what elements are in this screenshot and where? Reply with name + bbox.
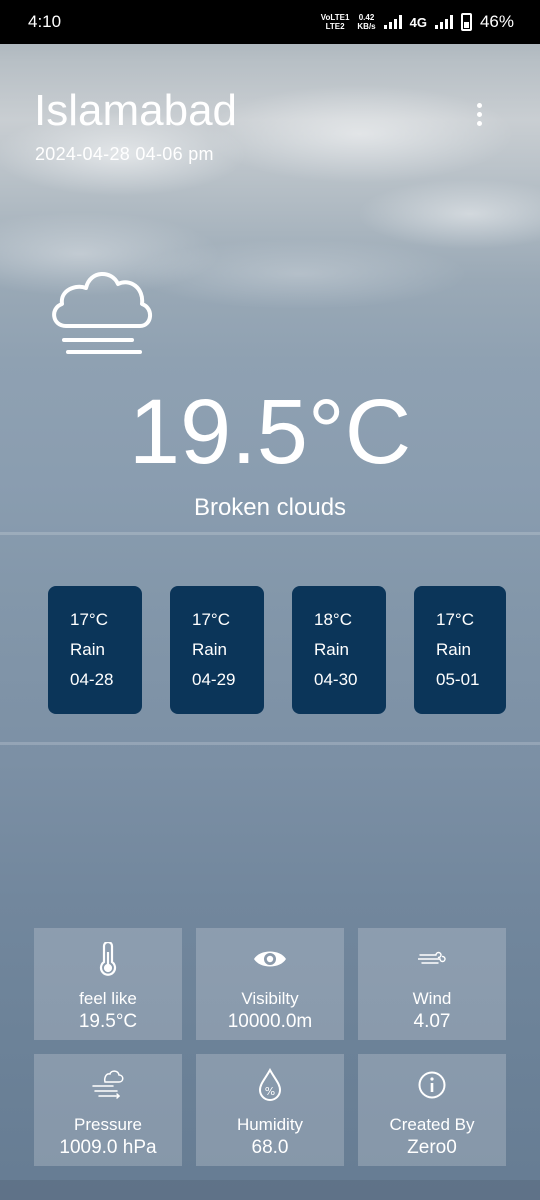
volte-indicator: VoLTE1 LTE2 (321, 13, 350, 31)
divider-top (0, 532, 540, 535)
speed-value: 0.42 (358, 13, 375, 22)
tile-value: Zero0 (407, 1137, 457, 1158)
svg-text:%: % (265, 1085, 275, 1098)
forecast-list: 17°C Rain 04-28 17°C Rain 04-29 18°C Rai… (48, 586, 506, 714)
tile-label: Visibilty (241, 989, 299, 1008)
status-time: 4:10 (28, 12, 62, 31)
info-icon (418, 1071, 446, 1099)
humidity-icon: % (258, 1068, 282, 1101)
tile-label: Created By (389, 1115, 475, 1134)
wind-icon (418, 951, 446, 964)
forecast-temp: 17°C (70, 610, 108, 629)
tile-label: feel like (79, 989, 137, 1008)
volte-label: VoLTE1 (320, 13, 350, 22)
current-temperature: 19.5°C (128, 381, 412, 483)
visibility-tile: Visibilty 10000.0m (196, 928, 344, 1040)
tile-label: Pressure (73, 1115, 143, 1134)
tile-value: 68.0 (251, 1137, 289, 1158)
forecast-date: 04-29 (192, 670, 236, 689)
forecast-card[interactable]: 17°C Rain 04-28 (48, 586, 142, 714)
forecast-condition: Rain (192, 640, 227, 659)
city-name: Islamabad (34, 86, 238, 135)
forecast-condition: Rain (436, 640, 471, 659)
forecast-temp: 17°C (436, 610, 474, 629)
forecast-temp: 17°C (192, 610, 230, 629)
wind-tile: Wind 4.07 (358, 928, 506, 1040)
tile-label: Wind (412, 989, 452, 1008)
pressure-tile: Pressure 1009.0 hPa (34, 1054, 182, 1166)
date-time: 2024-04-28 04-06 pm (35, 144, 214, 164)
lte2-label: LTE2 (325, 22, 345, 31)
forecast-date: 05-01 (436, 670, 480, 689)
divider-bottom (0, 742, 540, 745)
forecast-condition: Rain (314, 640, 349, 659)
tile-label: Humidity (236, 1115, 304, 1134)
network-type: 4G (409, 14, 427, 30)
forecast-card[interactable]: 17°C Rain 04-29 (170, 586, 264, 714)
cloud-fog-icon (52, 272, 152, 354)
network-speed: 0.42 KB/s (357, 13, 375, 31)
created-by-tile: Created By Zero0 (358, 1054, 506, 1166)
signal-1-icon (383, 15, 402, 29)
tile-value: 10000.0m (227, 1011, 313, 1032)
details-grid: feel like 19.5°C Visibilty 10000.0m Wind… (34, 928, 506, 1166)
weather-description: Broken clouds (193, 494, 347, 521)
navigation-bar (0, 1180, 540, 1200)
tile-value: 4.07 (413, 1011, 451, 1032)
status-bar: 4:10 VoLTE1 LTE2 0.42 KB/s 4G 46% (0, 0, 540, 44)
thermometer-icon (99, 942, 117, 976)
forecast-condition: Rain (70, 640, 105, 659)
eye-icon (254, 951, 286, 967)
feels-like-tile: feel like 19.5°C (34, 928, 182, 1040)
signal-2-icon (434, 15, 453, 29)
forecast-card[interactable]: 17°C Rain 05-01 (414, 586, 506, 714)
battery-icon (460, 13, 472, 31)
forecast-card[interactable]: 18°C Rain 04-30 (292, 586, 386, 714)
battery-level: 46% (479, 12, 514, 31)
speed-unit: KB/s (357, 22, 376, 31)
pressure-icon (92, 1070, 124, 1099)
tile-value: 19.5°C (78, 1011, 138, 1032)
forecast-date: 04-28 (70, 670, 114, 689)
tile-value: 1009.0 hPa (59, 1137, 157, 1158)
status-indicators: VoLTE1 LTE2 0.42 KB/s 4G 46% (321, 12, 514, 32)
more-vert-icon[interactable] (466, 98, 492, 130)
forecast-date: 04-30 (314, 670, 358, 689)
forecast-temp: 18°C (314, 610, 352, 629)
humidity-tile: % Humidity 68.0 (196, 1054, 344, 1166)
